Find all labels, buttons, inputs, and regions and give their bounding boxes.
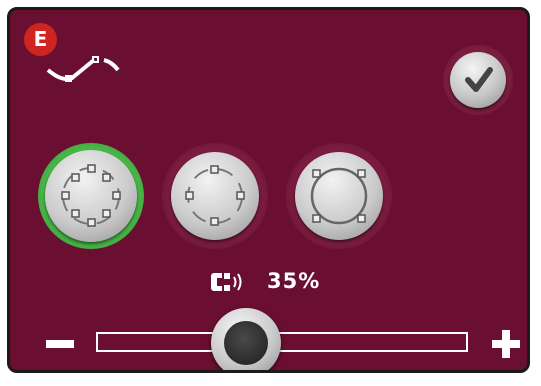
hoop-four-points-icon [185, 165, 245, 226]
slider-track[interactable] [96, 332, 468, 352]
hoop-mode-full-points-button[interactable] [45, 150, 137, 242]
confirm-button[interactable] [450, 52, 506, 108]
confirm-button-ring [443, 45, 513, 115]
hoop-mode-corner-points[interactable] [286, 143, 392, 249]
hoop-mode-full-points[interactable] [38, 143, 144, 249]
magnet-sound-icon [211, 273, 242, 291]
hoop-eight-points-icon [61, 164, 121, 227]
hoop-mode-four-points-button[interactable] [171, 152, 259, 240]
slider-handle[interactable] [211, 308, 281, 370]
checkmark-icon [465, 67, 493, 92]
hoop-corner-points-icon [310, 167, 368, 225]
magnet-percent-label: 35% [267, 269, 321, 293]
stitch-curve-icon [46, 56, 120, 82]
hoop-mode-four-points[interactable] [162, 143, 268, 249]
minus-icon[interactable] [46, 340, 74, 348]
settings-panel: E 35% [7, 7, 530, 373]
plus-icon-vertical[interactable] [502, 330, 510, 358]
slider-handle-core [224, 321, 268, 365]
hoop-mode-corner-points-button[interactable] [295, 152, 383, 240]
